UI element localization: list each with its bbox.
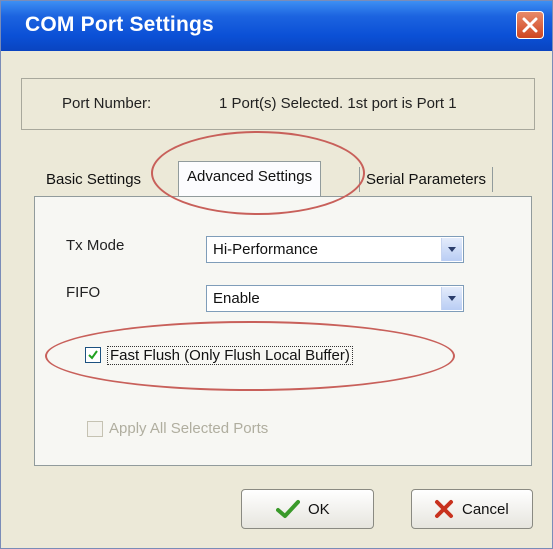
chevron-down-icon: [448, 296, 456, 301]
annotation-circle-advanced-tab: [151, 131, 365, 215]
apply-all-label[interactable]: Apply All Selected Ports: [109, 420, 268, 437]
chevron-down-icon: [448, 247, 456, 252]
fifo-select[interactable]: Enable: [206, 285, 464, 312]
port-number-value: 1 Port(s) Selected. 1st port is Port 1: [219, 95, 457, 112]
window-title: COM Port Settings: [25, 13, 214, 36]
fifo-dropdown-button[interactable]: [441, 287, 462, 310]
x-icon: [435, 500, 453, 518]
ok-label: OK: [308, 501, 330, 518]
tx-mode-label: Tx Mode: [66, 237, 125, 254]
tx-mode-select[interactable]: Hi-Performance: [206, 236, 464, 263]
title-bar: COM Port Settings: [1, 1, 552, 51]
port-number-label: Port Number:: [62, 95, 152, 112]
annotation-circle-fast-flush: [45, 321, 455, 391]
tx-mode-dropdown-button[interactable]: [441, 238, 462, 261]
fifo-value: Enable: [213, 290, 260, 307]
tab-basic-settings[interactable]: Basic Settings: [40, 167, 147, 192]
apply-all-checkbox[interactable]: [87, 421, 103, 437]
ok-button[interactable]: OK: [241, 489, 374, 529]
close-button[interactable]: [516, 11, 544, 39]
fifo-label: FIFO: [66, 284, 101, 301]
cancel-button[interactable]: Cancel: [411, 489, 533, 529]
port-number-group: Port Number: 1 Port(s) Selected. 1st por…: [21, 78, 535, 130]
com-port-settings-dialog: COM Port Settings Port Number: 1 Port(s)…: [0, 0, 553, 549]
cancel-label: Cancel: [462, 501, 509, 518]
tx-mode-value: Hi-Performance: [213, 241, 319, 258]
checkmark-icon: [276, 500, 300, 518]
tab-serial-parameters[interactable]: Serial Parameters: [359, 167, 494, 192]
